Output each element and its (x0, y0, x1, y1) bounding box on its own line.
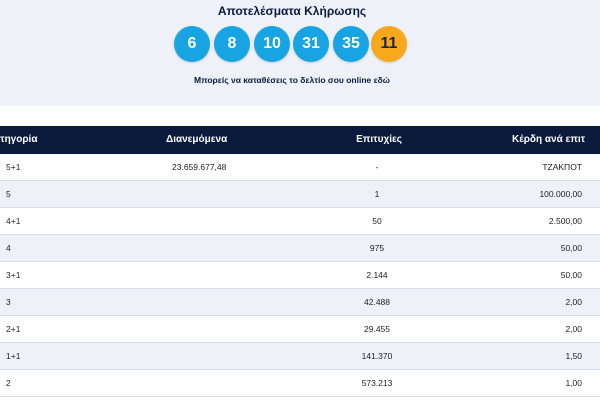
table-row: 1+1 141.370 1,50 (0, 343, 600, 370)
row-wins: 141.370 (361, 351, 393, 361)
column-wins: Επιτυχίες (356, 134, 402, 145)
row-category: 2 (6, 378, 11, 388)
table-row: 4+1 50 2.500,00 (0, 208, 600, 235)
row-wins: - (375, 162, 379, 172)
row-category: 5+1 (6, 162, 21, 172)
row-prize: 1,50 (565, 351, 582, 361)
prize-table-header: ητηγορία Διανεμόμενα Επιτυχίες Κέρδη ανά… (0, 126, 600, 154)
row-wins: 1 (374, 189, 380, 199)
row-category: 1+1 (6, 351, 21, 361)
number-ball-5: 35 (333, 26, 369, 62)
results-panel: Αποτελέσματα Κλήρωσης 6 8 10 31 35 11 Μπ… (0, 0, 600, 106)
table-row: 3+1 2.144 50,00 (0, 262, 600, 289)
row-distributed: 23.659.677,48 (172, 162, 227, 172)
prize-table-body: 5+1 23.659.677,48 - ΤΖΑΚΠΟΤ 5 1 100.000,00 4+1 5… (0, 154, 600, 397)
table-row: 5+1 23.659.677,48 - ΤΖΑΚΠΟΤ (0, 154, 600, 181)
row-category: 3 (6, 297, 11, 307)
table-row: 2 573.213 1,00 (0, 370, 600, 397)
row-wins: 50 (372, 216, 382, 226)
results-title: Αποτελέσματα Κλήρωσης (217, 4, 367, 18)
column-distributed: Διανεμόμενα (166, 134, 228, 145)
joker-ball: 11 (371, 26, 407, 62)
row-prize: 2.500,00 (548, 216, 582, 226)
row-category: 4+1 (6, 216, 21, 226)
column-prize-per-win: Κέρδη ανά επιτ (512, 134, 586, 145)
table-row: 5 1 100.000,00 (0, 181, 600, 208)
row-category: 4 (6, 243, 11, 253)
column-category: ητηγορία (0, 134, 38, 145)
number-ball-1: 6 (174, 26, 210, 62)
number-ball-2: 8 (214, 26, 250, 62)
row-prize: ΤΖΑΚΠΟΤ (542, 162, 582, 172)
row-category: 2+1 (6, 324, 21, 334)
row-wins: 42.488 (364, 297, 390, 307)
number-ball-3: 10 (254, 26, 290, 62)
row-prize: 1,00 (565, 378, 582, 388)
row-prize: 2,00 (565, 324, 582, 334)
number-ball-4: 31 (293, 26, 329, 62)
row-wins: 573.213 (361, 378, 393, 388)
row-wins: 2.144 (366, 270, 388, 280)
row-prize: 100.000,00 (539, 189, 582, 199)
row-prize: 50,00 (560, 243, 582, 253)
row-prize: 50,00 (560, 270, 582, 280)
row-prize: 2,00 (565, 297, 582, 307)
row-wins: 29.455 (364, 324, 390, 334)
row-category: 5 (6, 189, 11, 199)
table-row: 4 975 50,00 (0, 235, 600, 262)
table-row: 3 42.488 2,00 (0, 289, 600, 316)
table-row: 2+1 29.455 2,00 (0, 316, 600, 343)
row-wins: 975 (369, 243, 385, 253)
online-bet-link[interactable]: Μπορείς να καταθέσεις το δελτίο σου onli… (0, 75, 584, 85)
row-category: 3+1 (6, 270, 21, 280)
